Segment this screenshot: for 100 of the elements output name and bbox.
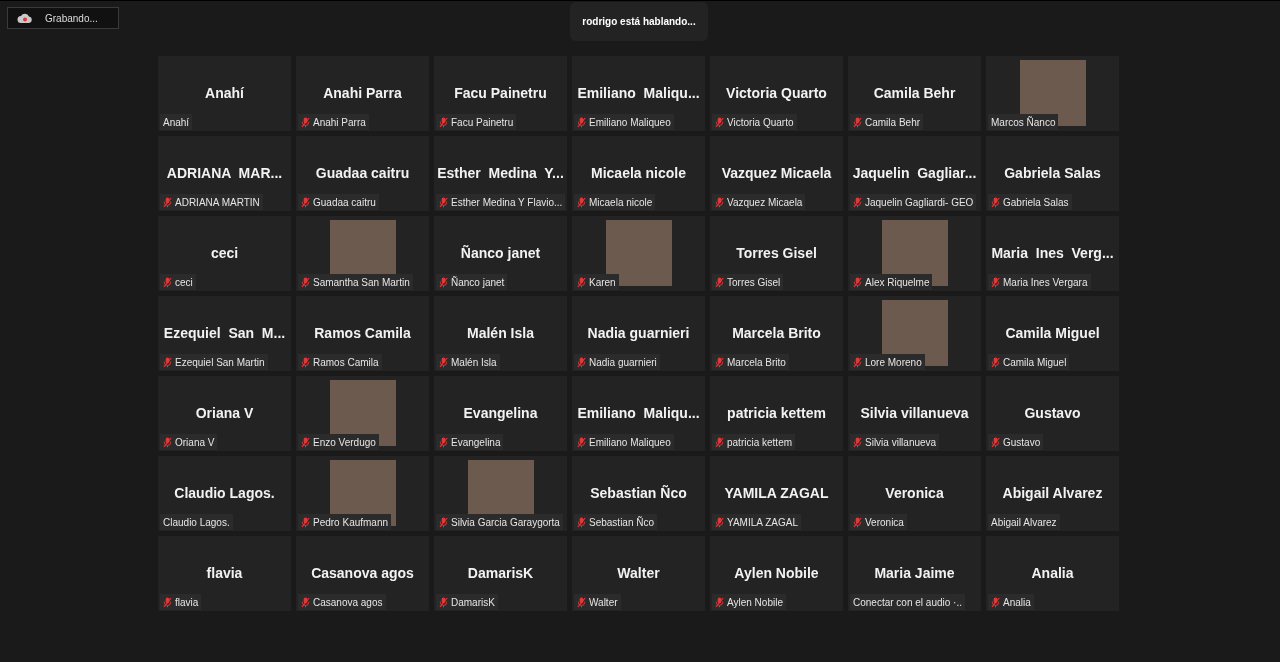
participant-tile[interactable]: Gabriela Salas Gabriela Salas bbox=[986, 136, 1119, 211]
participant-tile[interactable]: Maria Jaime Conectar con el audio ·.. bbox=[848, 536, 981, 611]
name-label: DamarisK bbox=[436, 594, 498, 610]
participant-tile[interactable]: Facu Painetru Facu Painetru bbox=[434, 56, 567, 131]
participant-tile[interactable]: Victoria Quarto Victoria Quarto bbox=[710, 56, 843, 131]
participant-tile[interactable]: YAMILA ZAGAL YAMILA ZAGAL bbox=[710, 456, 843, 531]
participant-name: Maria Jaime bbox=[874, 565, 955, 581]
name-label: Victoria Quarto bbox=[712, 114, 797, 130]
participant-tile[interactable]: flavia flavia bbox=[158, 536, 291, 611]
participant-tile[interactable]: Ramos Camila Ramos Camila bbox=[296, 296, 429, 371]
participant-tile[interactable]: Samantha San Martin bbox=[296, 216, 429, 291]
participant-tile[interactable]: Evangelina Evangelina bbox=[434, 376, 567, 451]
participant-tile[interactable]: Anahi Parra Anahi Parra bbox=[296, 56, 429, 131]
participant-tile[interactable]: Analia Analia bbox=[986, 536, 1119, 611]
participant-name: Ñanco janet bbox=[460, 245, 541, 261]
participant-tile[interactable]: Lore Moreno bbox=[848, 296, 981, 371]
participant-tile[interactable]: Marcos Ñanco bbox=[986, 56, 1119, 131]
name-label: YAMILA ZAGAL bbox=[712, 514, 801, 530]
name-label: Analia bbox=[988, 594, 1034, 610]
name-label: Sebastian Ñco bbox=[574, 514, 658, 530]
participant-tile[interactable]: Esther Medina Y... Esther Medina Y Flavio... bbox=[434, 136, 567, 211]
participant-name: Esther Medina Y... bbox=[437, 165, 564, 181]
participant-name: Emiliano Maliqu... bbox=[577, 85, 700, 101]
participant-name: Analia bbox=[1031, 565, 1074, 581]
name-label: Silvia villanueva bbox=[850, 434, 940, 450]
name-label: patricia kettem bbox=[712, 434, 796, 450]
name-label: Oriana V bbox=[160, 434, 218, 450]
participant-tile[interactable]: patricia kettem patricia kettem bbox=[710, 376, 843, 451]
name-label: Emiliano Maliqueo bbox=[574, 434, 674, 450]
participant-tile[interactable]: Jaquelin Gagliar... Jaquelin Gagliardi- GEO bbox=[848, 136, 981, 211]
participant-tile[interactable]: Marcela Brito Marcela Brito bbox=[710, 296, 843, 371]
name-label: Malén Isla bbox=[436, 354, 500, 370]
participant-tile[interactable]: Silvia villanueva Silvia villanueva bbox=[848, 376, 981, 451]
participant-tile[interactable]: Anahí Anahí bbox=[158, 56, 291, 131]
participant-tile[interactable]: Camila Miguel Camila Miguel bbox=[986, 296, 1119, 371]
name-label: Pedro Kaufmann bbox=[298, 514, 392, 530]
name-label: Gustavo bbox=[988, 434, 1044, 450]
participant-name: Micaela nicole bbox=[591, 165, 686, 181]
name-label: Marcos Ñanco bbox=[988, 114, 1059, 130]
participant-name: DamarisK bbox=[467, 565, 534, 581]
participant-tile[interactable]: Oriana V Oriana V bbox=[158, 376, 291, 451]
participant-tile[interactable]: Silvia Garcia Garaygorta bbox=[434, 456, 567, 531]
name-label: Micaela nicole bbox=[574, 194, 656, 210]
name-label: Esther Medina Y Flavio... bbox=[436, 194, 566, 210]
name-label: Silvia Garcia Garaygorta bbox=[436, 514, 563, 530]
name-label: Facu Painetru bbox=[436, 114, 517, 130]
name-label: Ramos Camila bbox=[298, 354, 382, 370]
participant-name: YAMILA ZAGAL bbox=[724, 485, 829, 501]
recording-label: Grabando... bbox=[45, 12, 98, 24]
name-label: Abigail Alvarez bbox=[988, 514, 1060, 530]
participant-tile[interactable]: Torres Gisel Torres Gisel bbox=[710, 216, 843, 291]
participant-name: Evangelina bbox=[463, 405, 538, 421]
participant-tile[interactable]: Gustavo Gustavo bbox=[986, 376, 1119, 451]
participant-tile[interactable]: Emiliano Maliqu... Emiliano Maliqueo bbox=[572, 376, 705, 451]
participant-tile[interactable]: Vazquez Micaela Vazquez Micaela bbox=[710, 136, 843, 211]
participant-name: Oriana V bbox=[195, 405, 254, 421]
name-label: Enzo Verdugo bbox=[298, 434, 379, 450]
participant-tile[interactable]: ADRIANA MAR... ADRIANA MARTIN bbox=[158, 136, 291, 211]
participant-tile[interactable]: Pedro Kaufmann bbox=[296, 456, 429, 531]
participant-tile[interactable]: Malén Isla Malén Isla bbox=[434, 296, 567, 371]
participant-tile[interactable]: Abigail Alvarez Abigail Alvarez bbox=[986, 456, 1119, 531]
participant-name: Casanova agos bbox=[311, 565, 414, 581]
participant-tile[interactable]: Walter Walter bbox=[572, 536, 705, 611]
participant-tile[interactable]: Sebastian Ñco Sebastian Ñco bbox=[572, 456, 705, 531]
participant-name: Emiliano Maliqu... bbox=[577, 405, 700, 421]
participant-tile[interactable]: Ñanco janet Ñanco janet bbox=[434, 216, 567, 291]
participant-tile[interactable]: Alex Riquelme bbox=[848, 216, 981, 291]
name-label: Anahí bbox=[160, 114, 193, 130]
participant-tile[interactable]: DamarisK DamarisK bbox=[434, 536, 567, 611]
participant-tile[interactable]: Emiliano Maliqu... Emiliano Maliqueo bbox=[572, 56, 705, 131]
participant-tile[interactable]: Karen bbox=[572, 216, 705, 291]
name-label: Casanova agos bbox=[298, 594, 386, 610]
participant-tile[interactable]: ceci ceci bbox=[158, 216, 291, 291]
participant-tile[interactable]: Claudio Lagos. Claudio Lagos. bbox=[158, 456, 291, 531]
name-label: Claudio Lagos. bbox=[160, 514, 233, 530]
participant-name: Jaquelin Gagliar... bbox=[852, 165, 977, 181]
participant-tile[interactable]: Maria Ines Verg... Maria Ines Vergara bbox=[986, 216, 1119, 291]
recording-indicator[interactable]: Grabando... bbox=[7, 7, 119, 29]
participant-tile[interactable]: Ezequiel San M... Ezequiel San Martin bbox=[158, 296, 291, 371]
participant-tile[interactable]: Guadaa caitru Guadaa caitru bbox=[296, 136, 429, 211]
active-speaker-banner: rodrigo está hablando... bbox=[570, 2, 708, 41]
participant-name: Abigail Alvarez bbox=[1002, 485, 1103, 501]
participant-tile[interactable]: Enzo Verdugo bbox=[296, 376, 429, 451]
participant-name: Guadaa caitru bbox=[315, 165, 410, 181]
participant-name: Camila Miguel bbox=[1005, 325, 1100, 341]
participant-tile[interactable]: Micaela nicole Micaela nicole bbox=[572, 136, 705, 211]
participant-tile[interactable]: Camila Behr Camila Behr bbox=[848, 56, 981, 131]
name-label: Samantha San Martin bbox=[298, 274, 413, 290]
name-label: Veronica bbox=[850, 514, 907, 530]
participant-name: Veronica bbox=[885, 485, 944, 501]
participant-name: Walter bbox=[617, 565, 660, 581]
name-label: Conectar con el audio ·.. bbox=[850, 594, 965, 610]
name-label: Guadaa caitru bbox=[298, 194, 379, 210]
name-label: Karen bbox=[574, 274, 619, 290]
participant-tile[interactable]: Casanova agos Casanova agos bbox=[296, 536, 429, 611]
name-label: Aylen Nobile bbox=[712, 594, 786, 610]
name-label: ADRIANA MARTIN bbox=[160, 194, 263, 210]
participant-tile[interactable]: Veronica Veronica bbox=[848, 456, 981, 531]
participant-tile[interactable]: Nadia guarnieri Nadia guarnieri bbox=[572, 296, 705, 371]
participant-tile[interactable]: Aylen Nobile Aylen Nobile bbox=[710, 536, 843, 611]
